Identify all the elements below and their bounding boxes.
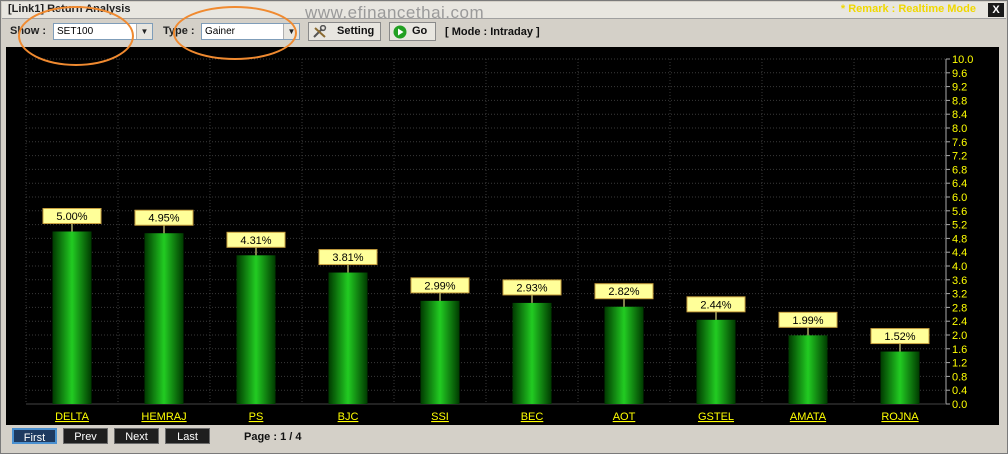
bar <box>328 272 368 404</box>
setting-button-label: Setting <box>337 25 375 37</box>
category-label[interactable]: DELTA <box>55 411 89 423</box>
category-label[interactable]: PS <box>249 411 264 423</box>
y-tick-label: 4.4 <box>952 247 967 259</box>
close-button[interactable]: X <box>988 3 1004 17</box>
y-tick-label: 5.6 <box>952 206 967 218</box>
category-label[interactable]: GSTEL <box>698 411 734 423</box>
value-label: 1.52% <box>884 331 915 343</box>
y-tick-label: 0.0 <box>952 399 967 411</box>
category-label[interactable]: BJC <box>338 411 359 423</box>
realtime-remark: * Remark : Realtime Mode <box>840 3 976 15</box>
pagination-bar: First Prev Next Last Page : 1 / 4 <box>1 425 1007 451</box>
category-label[interactable]: SSI <box>431 411 449 423</box>
y-tick-label: 9.6 <box>952 68 967 80</box>
y-tick-label: 2.4 <box>952 316 967 328</box>
y-tick-label: 7.2 <box>952 151 967 163</box>
y-tick-label: 3.6 <box>952 275 967 287</box>
bar <box>604 306 644 404</box>
tools-icon <box>312 24 328 42</box>
bar <box>236 255 276 404</box>
first-page-button[interactable]: First <box>12 428 57 444</box>
y-tick-label: 0.4 <box>952 385 967 397</box>
prev-page-button[interactable]: Prev <box>63 428 108 444</box>
y-tick-label: 4.0 <box>952 261 967 273</box>
y-tick-label: 2.8 <box>952 302 967 314</box>
bar <box>144 233 184 404</box>
return-analysis-window: [Link1] Return Analysis www.efinancethai… <box>0 0 1008 454</box>
y-tick-label: 1.6 <box>952 344 967 356</box>
y-tick-label: 7.6 <box>952 137 967 149</box>
category-label[interactable]: BEC <box>521 411 544 423</box>
type-select[interactable]: Gainer ▼ <box>201 23 300 40</box>
y-tick-label: 6.4 <box>952 178 967 190</box>
value-label: 2.82% <box>608 286 639 298</box>
bar <box>788 335 828 404</box>
bar <box>880 351 920 404</box>
value-label: 4.95% <box>148 213 179 225</box>
bar <box>696 319 736 404</box>
last-page-button[interactable]: Last <box>165 428 210 444</box>
y-tick-label: 6.8 <box>952 164 967 176</box>
value-label: 2.93% <box>516 282 547 294</box>
chevron-down-icon[interactable]: ▼ <box>136 24 152 39</box>
y-tick-label: 0.8 <box>952 371 967 383</box>
value-label: 2.99% <box>424 280 455 292</box>
value-label: 2.44% <box>700 299 731 311</box>
setting-button[interactable]: Setting <box>308 22 381 41</box>
bar <box>420 300 460 404</box>
bar <box>52 231 92 404</box>
y-tick-label: 5.2 <box>952 220 967 232</box>
toolbar: Show : SET100 ▼ Type : Gainer ▼ Setting <box>2 19 1006 45</box>
category-label[interactable]: AMATA <box>790 411 827 423</box>
value-label: 5.00% <box>56 211 87 223</box>
y-tick-label: 1.2 <box>952 358 967 370</box>
y-tick-label: 3.2 <box>952 289 967 301</box>
type-select-value: Gainer <box>205 26 236 37</box>
y-tick-label: 8.4 <box>952 109 967 121</box>
bar <box>512 302 552 404</box>
y-tick-label: 8.0 <box>952 123 967 135</box>
return-bar-chart: 0.00.40.81.21.62.02.42.83.23.64.04.44.85… <box>6 47 999 425</box>
chevron-down-icon[interactable]: ▼ <box>283 24 299 39</box>
mode-indicator: [ Mode : Intraday ] <box>445 26 540 38</box>
y-tick-label: 9.2 <box>952 82 967 94</box>
y-tick-label: 8.8 <box>952 95 967 107</box>
category-label[interactable]: ROJNA <box>881 411 919 423</box>
go-button[interactable]: Go <box>389 22 436 41</box>
next-page-button[interactable]: Next <box>114 428 159 444</box>
category-label[interactable]: AOT <box>613 411 636 423</box>
page-indicator: Page : 1 / 4 <box>244 431 302 443</box>
category-label[interactable]: HEMRAJ <box>141 411 186 423</box>
value-label: 1.99% <box>792 315 823 327</box>
title-bar: [Link1] Return Analysis www.efinancethai… <box>2 2 1006 22</box>
y-tick-label: 4.8 <box>952 233 967 245</box>
type-label: Type : <box>163 25 195 37</box>
y-tick-label: 2.0 <box>952 330 967 342</box>
show-select-value: SET100 <box>57 26 94 37</box>
go-button-label: Go <box>412 25 428 37</box>
show-label: Show : <box>10 25 47 37</box>
value-label: 3.81% <box>332 252 363 264</box>
show-select[interactable]: SET100 ▼ <box>53 23 153 40</box>
y-tick-label: 6.0 <box>952 192 967 204</box>
y-tick-label: 10.0 <box>952 54 973 66</box>
window-title: [Link1] Return Analysis <box>8 3 131 15</box>
value-label: 4.31% <box>240 235 271 247</box>
play-icon <box>393 25 407 42</box>
